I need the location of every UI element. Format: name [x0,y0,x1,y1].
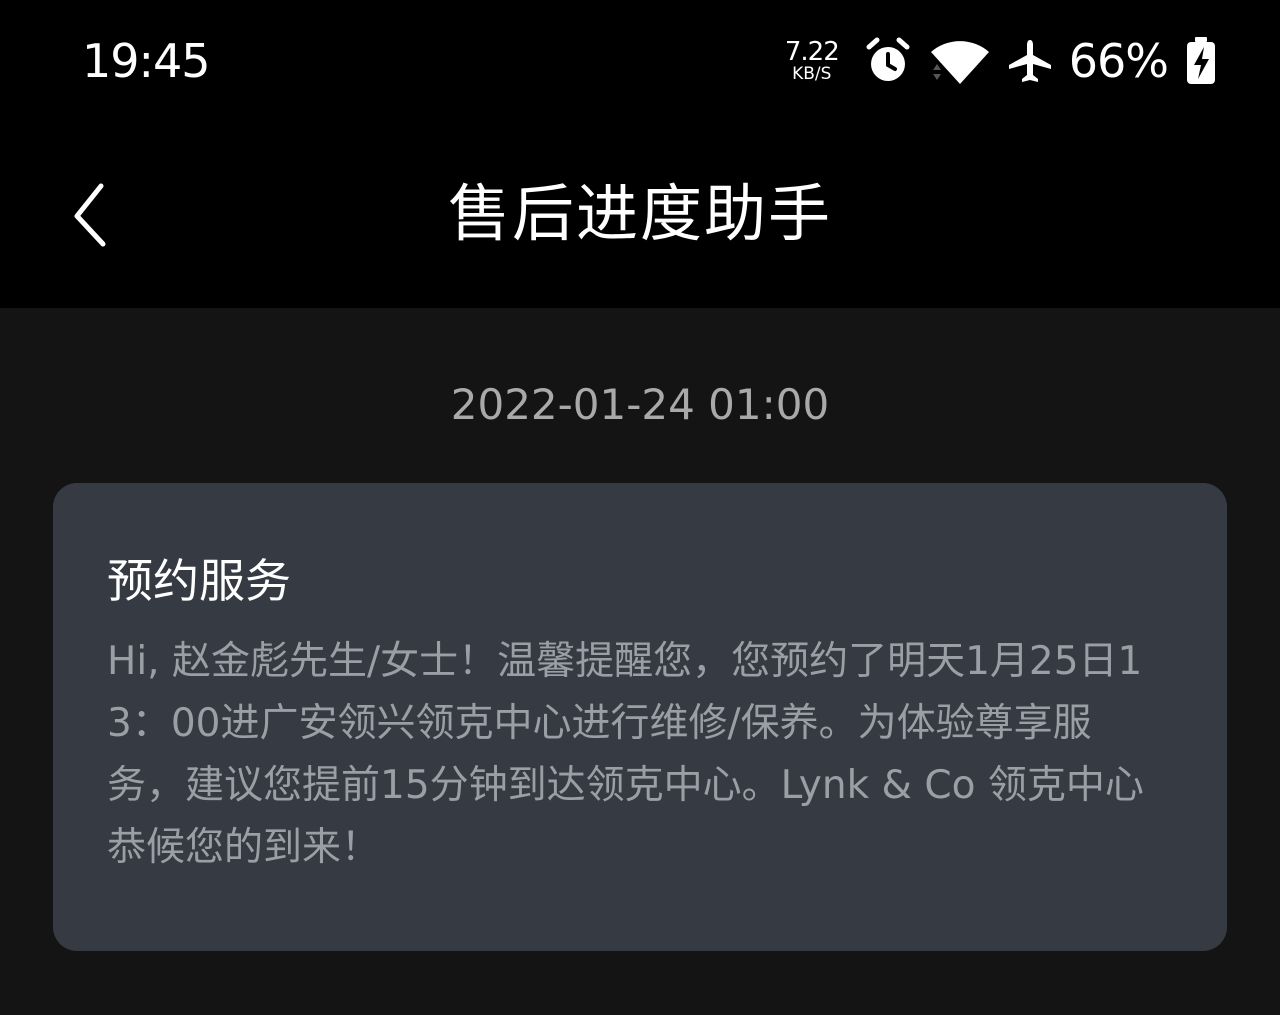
message-card-title: 预约服务 [107,554,291,608]
wifi-icon [929,36,991,86]
status-bar: 19:45 7.22 KB/S 66% [0,0,1280,120]
navigation-bar: 售后进度助手 [0,120,1280,308]
battery-percentage: 66% [1068,34,1169,88]
status-icons: 7.22 KB/S 66% [785,30,1218,92]
message-timestamp: 2022-01-24 01:00 [450,380,830,429]
network-speed-unit: KB/S [792,64,832,84]
page-title: 售后进度助手 [447,177,832,250]
network-speed-value: 7.22 [784,37,840,67]
battery-charging-icon [1184,36,1218,86]
message-card[interactable]: 预约服务 Hi, 赵金彪先生/女士！温馨提醒您，您预约了明天1月25日13：00… [53,483,1227,951]
airplane-mode-icon [1007,38,1053,84]
network-speed: 7.22 KB/S [784,37,840,84]
alarm-icon [863,36,913,86]
message-card-body: Hi, 赵金彪先生/女士！温馨提醒您，您预约了明天1月25日13：00进广安领兴… [107,639,1144,870]
status-time: 19:45 [82,34,211,88]
